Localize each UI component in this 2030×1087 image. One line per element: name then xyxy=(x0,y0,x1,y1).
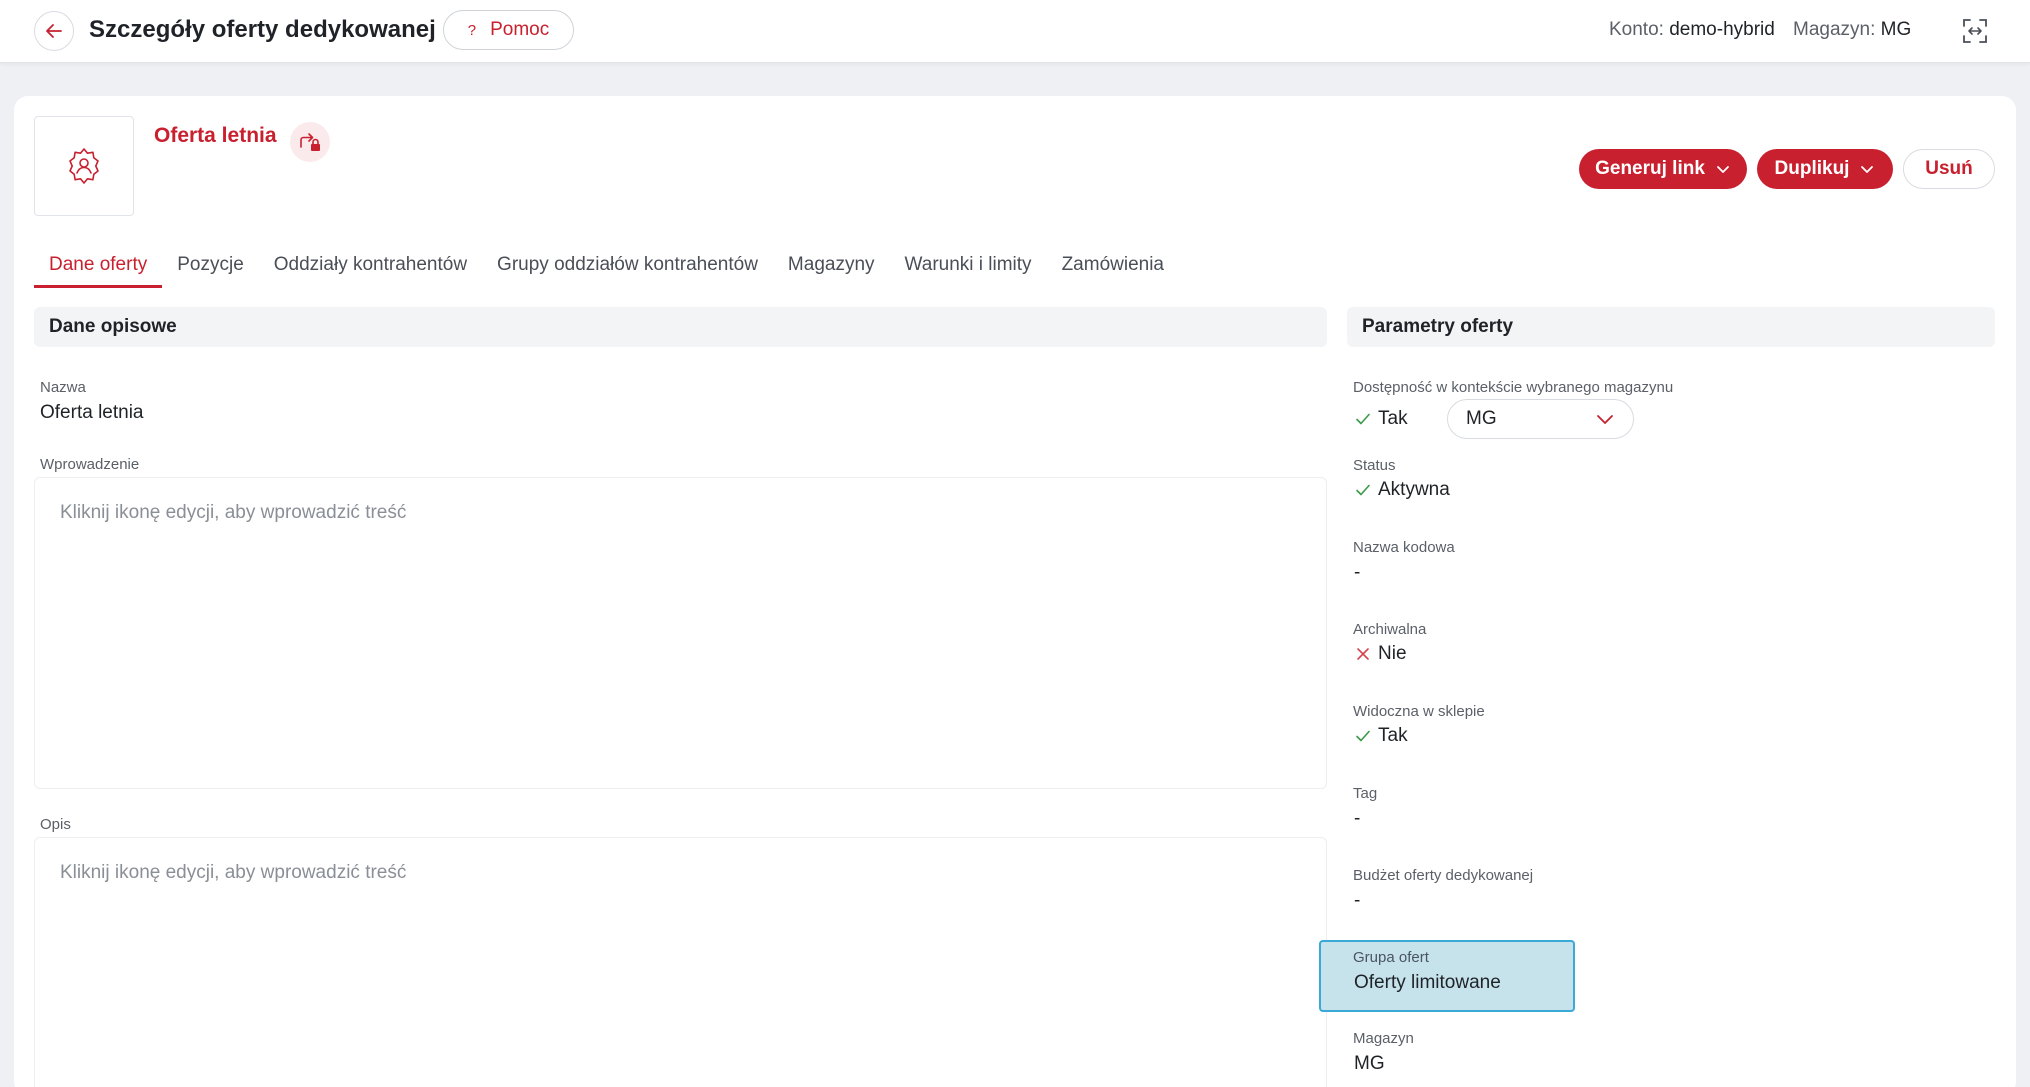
duplicate-button[interactable]: Duplikuj xyxy=(1757,149,1893,189)
warehouse-param-value: MG xyxy=(1354,1053,1385,1074)
check-icon xyxy=(1356,730,1370,742)
description-placeholder: Kliknij ikonę edycji, aby wprowadzić tre… xyxy=(60,862,407,883)
delete-button[interactable]: Usuń xyxy=(1903,149,1995,189)
intro-editor[interactable]: Kliknij ikonę edycji, aby wprowadzić tre… xyxy=(34,477,1327,789)
account-label: Konto: xyxy=(1609,19,1664,40)
tabs: Dane oferty Pozycje Oddziały kontrahentó… xyxy=(34,248,1179,288)
descriptive-section-heading: Dane opisowe xyxy=(34,307,1327,347)
offer-group-value: Oferty limitowane xyxy=(1354,972,1501,993)
tab-offer-data[interactable]: Dane oferty xyxy=(34,248,163,288)
back-button[interactable] xyxy=(34,11,74,51)
cross-icon xyxy=(1357,648,1369,660)
archived-label: Archiwalna xyxy=(1353,621,1427,638)
tab-conditions-limits[interactable]: Warunki i limity xyxy=(890,248,1047,288)
dedicated-offer-icon xyxy=(69,148,99,184)
generate-link-label: Generuj link xyxy=(1595,158,1705,179)
offer-group-label: Grupa ofert xyxy=(1353,949,1429,966)
warehouse-label: Magazyn: xyxy=(1793,19,1876,40)
params-section-heading: Parametry oferty xyxy=(1347,307,1995,347)
arrow-left-icon xyxy=(46,24,62,38)
fullscreen-icon[interactable] xyxy=(1960,16,1990,46)
tab-warehouses[interactable]: Magazyny xyxy=(773,248,890,288)
budget-value: - xyxy=(1354,890,1361,911)
share-lock-icon xyxy=(300,133,320,151)
check-icon xyxy=(1356,484,1370,496)
chevron-down-icon xyxy=(1597,415,1613,424)
share-lock-button[interactable] xyxy=(290,122,330,162)
description-editor[interactable]: Kliknij ikonę edycji, aby wprowadzić tre… xyxy=(34,837,1327,1087)
page-title: Szczegóły oferty dedykowanej xyxy=(89,16,436,43)
question-icon: ? xyxy=(467,21,477,39)
warehouse-param-label: Magazyn xyxy=(1353,1030,1414,1047)
code-name-label: Nazwa kodowa xyxy=(1353,539,1455,556)
tag-value: - xyxy=(1354,808,1361,829)
availability-label: Dostępność w kontekście wybranego magazy… xyxy=(1353,379,1674,396)
warehouse-value: MG xyxy=(1880,19,1912,40)
generate-link-button[interactable]: Generuj link xyxy=(1579,149,1747,189)
archived-value-text: Nie xyxy=(1378,643,1407,664)
check-icon xyxy=(1356,413,1370,425)
offer-image xyxy=(34,116,134,216)
tab-orders[interactable]: Zamówienia xyxy=(1047,248,1179,288)
chevron-down-icon xyxy=(1717,166,1729,173)
status-value-text: Aktywna xyxy=(1378,479,1450,500)
duplicate-label: Duplikuj xyxy=(1774,158,1850,179)
visible-in-shop-label: Widoczna w sklepie xyxy=(1353,703,1485,720)
availability-value: Tak xyxy=(1354,408,1408,430)
budget-label: Budżet oferty dedykowanej xyxy=(1353,867,1534,884)
tab-contractor-branches[interactable]: Oddziały kontrahentów xyxy=(259,248,482,288)
tab-contractor-branch-groups[interactable]: Grupy oddziałów kontrahentów xyxy=(482,248,773,288)
chevron-down-icon xyxy=(1861,166,1874,173)
tag-label: Tag xyxy=(1353,785,1378,802)
offer-name-title: Oferta letnia xyxy=(154,124,277,147)
top-bar: Szczegóły oferty dedykowanej ? Pomoc Kon… xyxy=(0,0,2030,63)
warehouse-select-value: MG xyxy=(1466,408,1497,429)
name-value: Oferta letnia xyxy=(40,402,144,423)
name-label: Nazwa xyxy=(40,379,86,396)
intro-label: Wprowadzenie xyxy=(40,456,140,473)
visible-in-shop-value: Tak xyxy=(1354,725,1408,747)
status-label: Status xyxy=(1353,457,1396,474)
warehouse-select[interactable]: MG xyxy=(1447,399,1634,439)
visible-in-shop-value-text: Tak xyxy=(1378,725,1408,746)
intro-placeholder: Kliknij ikonę edycji, aby wprowadzić tre… xyxy=(60,502,407,523)
description-label: Opis xyxy=(40,816,71,833)
help-button-label: Pomoc xyxy=(490,19,550,40)
tab-positions[interactable]: Pozycje xyxy=(162,248,259,288)
availability-value-text: Tak xyxy=(1378,408,1408,429)
help-button[interactable]: ? Pomoc xyxy=(443,10,574,50)
account-value: demo-hybrid xyxy=(1669,19,1775,40)
code-name-value: - xyxy=(1354,562,1361,583)
archived-value: Nie xyxy=(1354,643,1407,665)
status-value: Aktywna xyxy=(1354,479,1450,501)
account-info: Konto: demo-hybrid xyxy=(1609,19,1775,41)
warehouse-info: Magazyn: MG xyxy=(1793,19,1911,41)
